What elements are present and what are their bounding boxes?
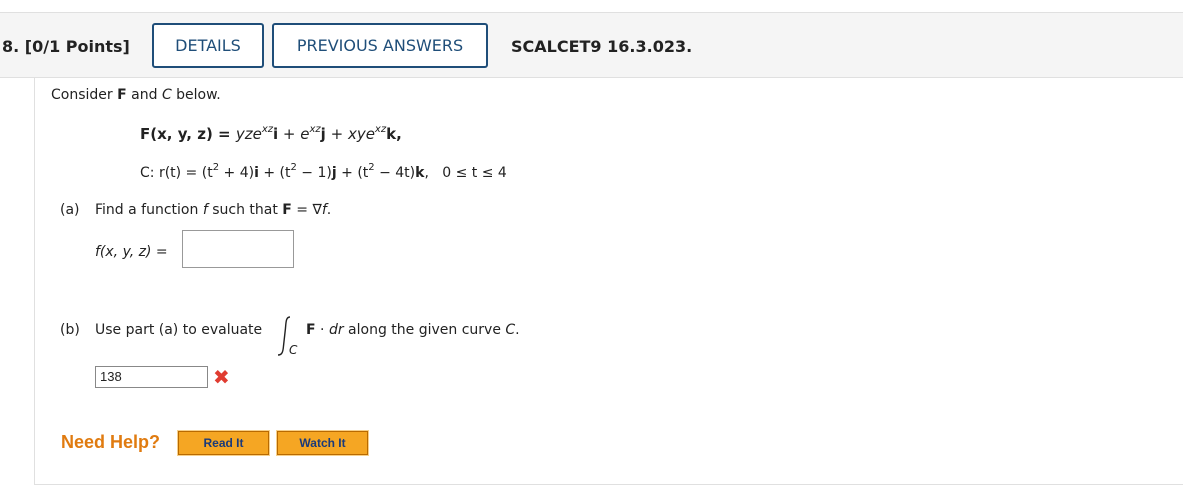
part-a-answer-label: f(x, y, z) = <box>95 244 168 260</box>
previous-answers-button[interactable]: PREVIOUS ANSWERS <box>272 23 488 68</box>
question-number: 8. [0/1 Points] <box>2 37 130 56</box>
read-it-button[interactable]: Read It <box>177 430 270 456</box>
watch-it-button[interactable]: Watch It <box>276 430 369 456</box>
vector-field-definition: F(x, y, z) = yzexzi + exzj + xyexzk, <box>140 124 402 144</box>
details-button[interactable]: DETAILS <box>152 23 264 68</box>
integral-subscript: C <box>289 343 298 357</box>
part-a-prompt: Find a function f such that F = ∇f. <box>95 202 332 218</box>
incorrect-x-icon: ✖ <box>213 365 230 389</box>
part-a-answer-input[interactable] <box>182 230 294 268</box>
intro-text: Consider F and C below. <box>51 87 221 103</box>
part-b-prompt: Use part (a) to evaluate <box>95 322 263 338</box>
part-b-integrand: F · dr along the given curve C. <box>306 322 520 338</box>
curve-definition: C: r(t) = (t2 + 4)i + (t2 − 1)j + (t2 − … <box>140 162 507 181</box>
need-help-label: Need Help? <box>61 432 161 452</box>
part-b-label: (b) <box>60 322 80 338</box>
part-b-answer-input[interactable]: 138 <box>95 366 208 388</box>
question-header: 8. [0/1 Points] DETAILS PREVIOUS ANSWERS… <box>0 12 1183 78</box>
question-id: SCALCET9 16.3.023. <box>511 37 693 56</box>
part-a-label: (a) <box>60 202 80 218</box>
